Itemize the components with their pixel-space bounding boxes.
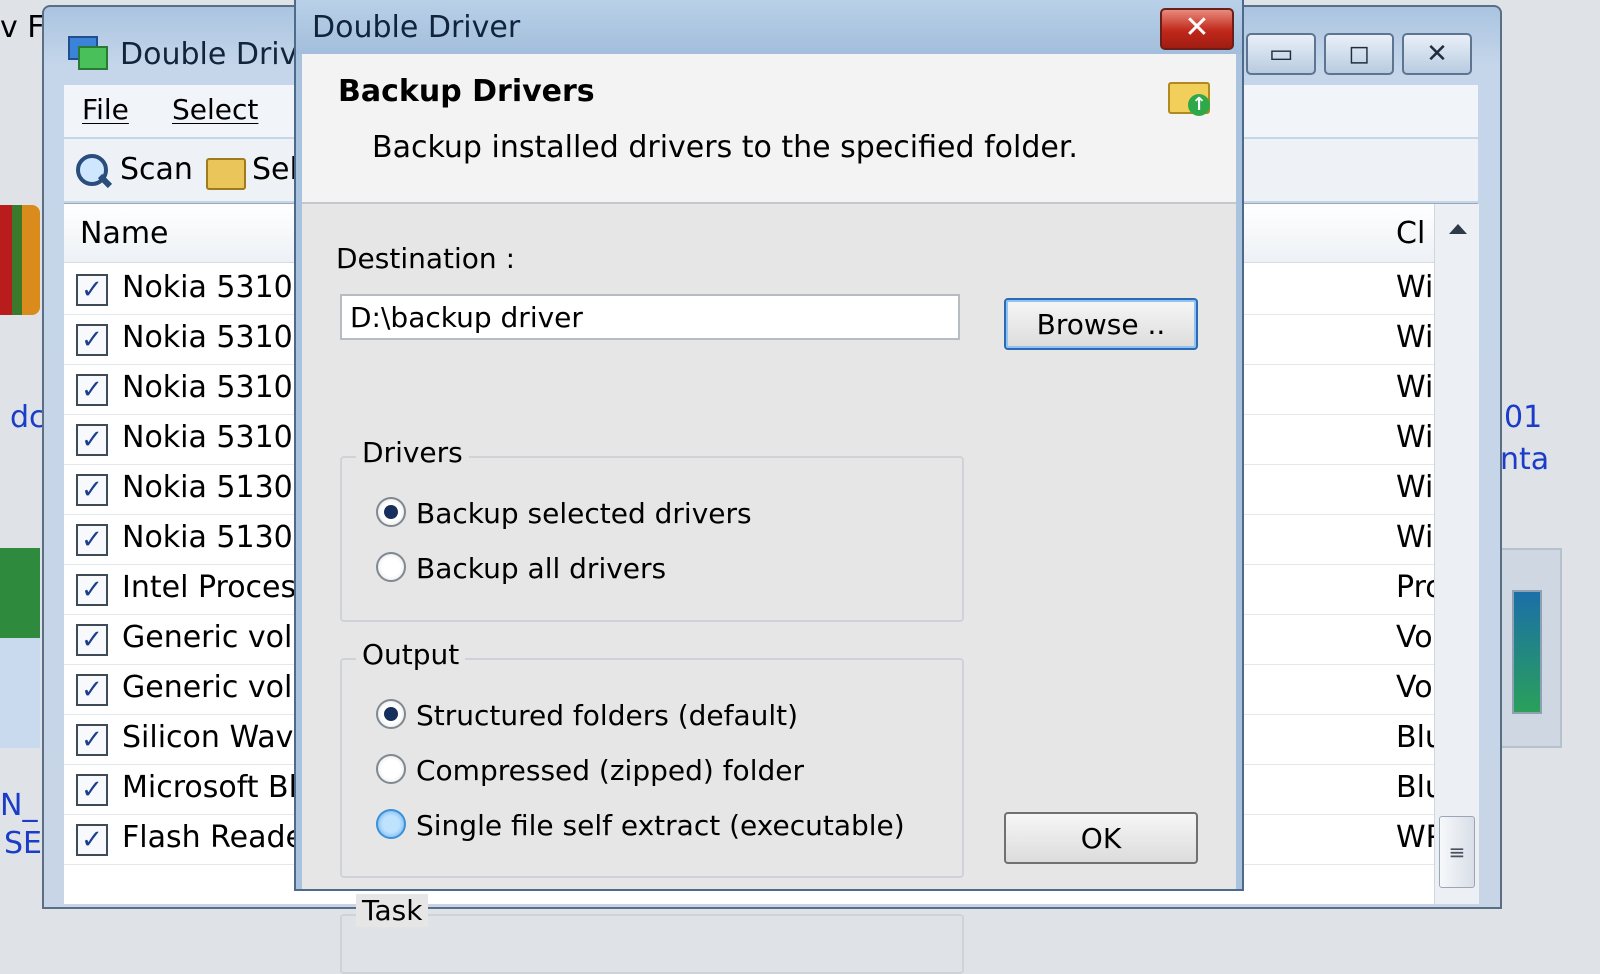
name-cell: Generic volu [64,664,296,714]
name-cell: Nokia 5130 X [64,514,296,564]
task-group: Task [340,894,964,974]
scan-label: Scan [120,152,193,187]
name-cell: Nokia 5310 X [64,314,296,364]
header-title: Backup Drivers [338,74,595,109]
radio-button-icon[interactable] [376,552,406,582]
radio-button-icon[interactable] [376,497,406,527]
desktop-link-fragment[interactable]: nta [1500,442,1549,477]
radio-structured-folders[interactable]: Structured folders (default) [376,696,798,736]
driver-class: Wi [1396,370,1434,405]
desktop-text-fragment: v F [0,10,45,45]
radio-label: Backup selected drivers [416,497,752,530]
scroll-thumb[interactable]: ≡ [1439,816,1475,888]
driver-name: Nokia 5310 X [122,320,296,355]
column-header-class[interactable]: Cl [1396,216,1425,251]
desktop-gadget[interactable] [1500,548,1562,748]
driver-name: Generic volu [122,620,296,655]
driver-class: Wi [1396,470,1434,505]
name-cell: Nokia 5310 X [64,364,296,414]
drivers-group-legend: Drivers [356,436,469,469]
close-button[interactable]: ✕ [1402,33,1472,75]
spreadsheet-icon[interactable] [0,548,40,748]
desktop-link-fragment[interactable]: dc [10,400,46,435]
driver-name: Microsoft Bl [122,770,296,805]
dialog-header: Backup Drivers Backup installed drivers … [302,54,1236,204]
folder-select-icon [206,152,246,190]
desktop-link-fragment[interactable]: 01 [1504,400,1542,435]
driver-class: Wi [1396,420,1434,455]
desktop-link-fragment[interactable]: N_ [0,788,37,823]
select-button[interactable]: Sel [206,147,298,193]
driver-name: Nokia 5310 X [122,420,296,455]
output-group-legend: Output [356,638,466,671]
scan-button[interactable]: Scan [74,147,193,193]
name-cell: Flash Reader [64,814,296,864]
desktop-link-fragment[interactable]: SE [4,826,42,861]
driver-name: Nokia 5130 X [122,520,296,555]
window-title: Double Drive [120,37,316,72]
header-description: Backup installed drivers to the specifie… [372,130,1078,165]
task-group-legend: Task [356,894,429,927]
app-icon [66,32,108,72]
radio-button-icon[interactable] [376,809,406,839]
name-cell: Intel Process [64,564,296,614]
radio-button-icon[interactable] [376,754,406,784]
destination-label: Destination : [336,242,516,275]
radio-single-file-extract[interactable]: Single file self extract (executable) [376,806,905,846]
minimize-button[interactable]: ▭ [1246,33,1316,75]
destination-input[interactable] [340,294,960,340]
name-cell: Nokia 5130 X [64,464,296,514]
radio-label: Single file self extract (executable) [416,809,905,842]
driver-name: Silicon Wave [122,720,296,755]
driver-name: Nokia 5130 X [122,470,296,505]
radio-button-icon[interactable] [376,699,406,729]
name-cell: Nokia 5310 X [64,414,296,464]
winrar-icon[interactable] [0,205,40,315]
radio-backup-selected[interactable]: Backup selected drivers [376,494,752,534]
radio-label: Structured folders (default) [416,699,799,732]
radio-label: Backup all drivers [416,552,667,585]
driver-name: Nokia 5310 X [122,270,296,305]
radio-backup-all[interactable]: Backup all drivers [376,549,666,589]
magnifier-icon [74,152,113,190]
driver-class: Vo [1396,620,1433,655]
vertical-scrollbar[interactable]: ≡ [1434,204,1479,904]
driver-name: Generic volu [122,670,296,705]
driver-class: Wi [1396,320,1434,355]
gadget-meter [1512,590,1542,714]
column-header-name[interactable]: Name [80,216,169,251]
name-cell: Generic volu [64,614,296,664]
drivers-group: Drivers Backup selected drivers Backup a… [340,436,964,622]
radio-compressed-folder[interactable]: Compressed (zipped) folder [376,751,804,791]
name-cell: Silicon Wave [64,714,296,764]
dialog-body: Destination : Browse .. Drivers Backup s… [302,204,1236,974]
driver-name: Flash Reader [122,820,296,855]
name-cell: Microsoft Bl [64,764,296,814]
output-group: Output Structured folders (default) Comp… [340,638,964,878]
driver-name: Intel Process [122,570,296,605]
maximize-button[interactable]: ◻ [1324,33,1394,75]
driver-name: Nokia 5310 X [122,370,296,405]
ok-button[interactable]: OK [1004,812,1198,864]
menu-file[interactable]: File [82,93,129,126]
browse-button[interactable]: Browse .. [1004,298,1198,350]
dialog-content: Backup Drivers Backup installed drivers … [302,54,1236,974]
driver-class: Wi [1396,520,1434,555]
scroll-up-arrow-icon[interactable] [1449,224,1467,234]
name-cell: Nokia 5310 X [64,264,296,314]
dialog-titlebar: Double Driver ✕ [296,0,1242,54]
driver-class: Vo [1396,670,1433,705]
dialog-title: Double Driver [312,10,521,45]
menu-select[interactable]: Select [172,93,258,126]
select-label: Sel [252,152,298,187]
radio-label: Compressed (zipped) folder [416,754,804,787]
folder-upload-icon: ↑ [1168,76,1210,116]
dialog-close-button[interactable]: ✕ [1160,8,1234,50]
driver-class: Wi [1396,270,1434,305]
backup-dialog: Double Driver ✕ Backup Drivers Backup in… [294,0,1244,974]
